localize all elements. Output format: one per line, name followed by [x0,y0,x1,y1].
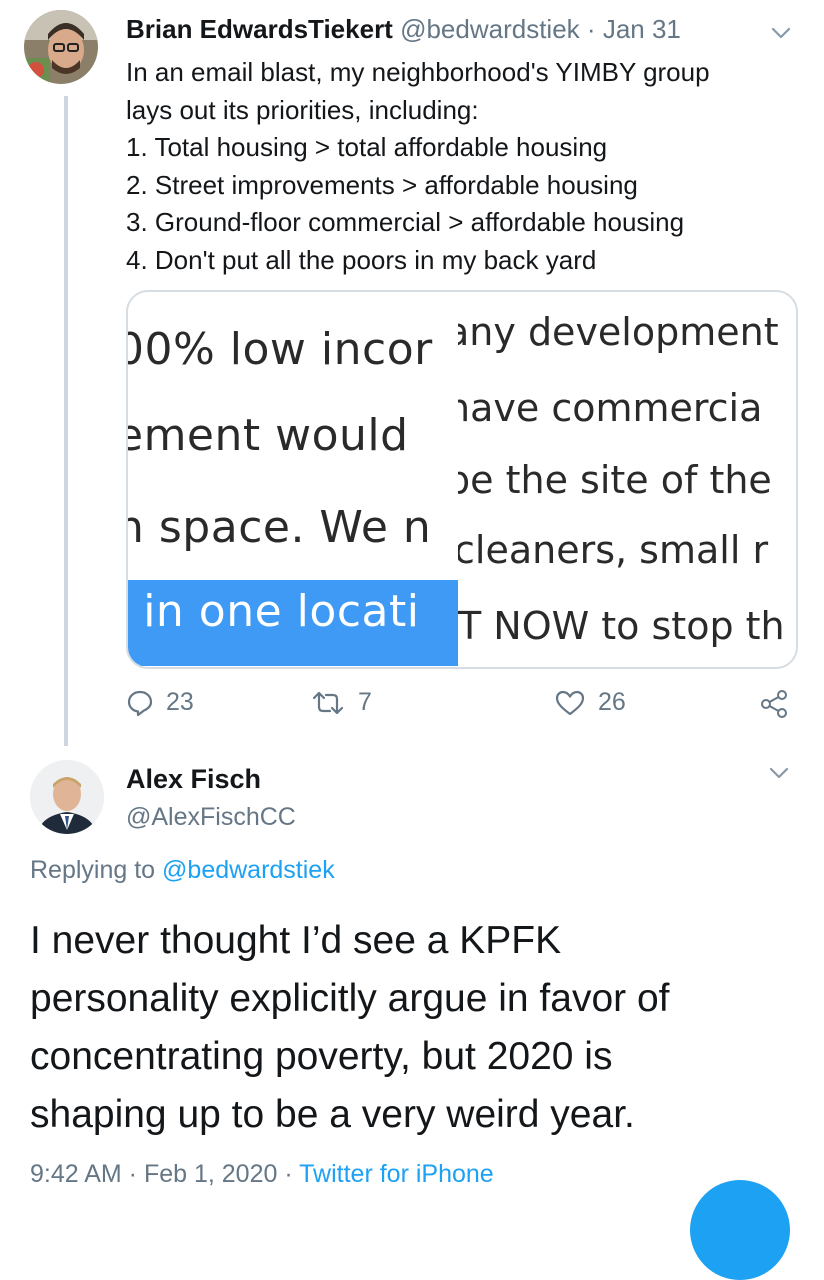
tweet-text: In an email blast, my neighborhood's YIM… [126,54,786,279]
tweet-action-bar: 23 7 26 [126,688,806,724]
like-count: 26 [598,688,626,716]
tweet-text-line: In an email blast, my neighborhood's YIM… [126,57,710,87]
retweet-count: 7 [358,688,372,716]
retweet-icon [312,691,344,714]
author-avatar[interactable] [24,10,98,84]
thread-connector-line [64,96,68,746]
tweet-source-link[interactable]: Twitter for iPhone [299,1160,494,1188]
replying-prefix: Replying to [30,856,163,884]
tweet-text-line: shaping up to be a very weird year. [30,1093,635,1136]
avatar-photo [24,10,98,84]
reply-icon [127,690,153,716]
tweet-text: I never thought I’d see a KPFK personali… [30,912,790,1144]
avatar-photo [30,760,104,834]
author-name[interactable]: Brian EdwardsTiekert [126,14,393,44]
meta-separator: · [121,1160,144,1188]
heart-icon [555,690,585,715]
image-text-fragment: be the site of the [458,458,772,502]
image-crop-left: 00% low incor ement would n space. We n … [128,292,458,667]
text-selection-highlight: l in one locati [128,580,458,666]
share-icon [761,690,787,718]
tweet-time: 9:42 AM [30,1160,122,1188]
reply-button[interactable]: 23 [126,688,194,717]
tweet-text-line: 3. Ground-floor commercial > affordable … [126,207,685,237]
chevron-down-icon[interactable] [770,22,792,44]
author-name[interactable]: Alex Fisch [126,762,261,796]
tweet-text-line: I never thought I’d see a KPFK [30,919,562,962]
tweet-text-line: 4. Don't put all the poors in my back ya… [126,244,597,275]
meta-separator: · [277,1160,300,1188]
image-text-fragment: n space. We n [128,502,432,553]
image-text-fragment: 00% low incor [128,324,433,375]
tweet-media-image[interactable]: 00% low incor ement would n space. We n … [126,290,798,669]
author-handle[interactable]: @bedwardstiek [400,14,580,44]
tweet-text-line: 1. Total housing > total affordable hous… [126,132,608,162]
author-avatar[interactable] [30,760,104,834]
tweet-date[interactable]: Feb 1, 2020 [144,1160,277,1188]
tweet-header: Brian EdwardsTiekert @bedwardstiek · Jan… [126,12,681,46]
author-handle[interactable]: @AlexFischCC [126,800,296,834]
header-separator: · [586,14,596,44]
share-button[interactable] [758,688,802,720]
replying-to: Replying to @bedwardstiek [30,852,335,888]
image-text-fragment: l in one locati [128,586,420,637]
tweet-text-line: 2. Street improvements > affordable hous… [126,169,638,200]
image-text-fragment: any development [458,310,779,354]
compose-fab[interactable] [690,1180,790,1280]
retweet-button[interactable]: 7 [310,688,372,717]
tweet-text-line: personality explicitly argue in favor of [30,977,670,1020]
tweet-date[interactable]: Jan 31 [603,14,681,44]
reply-count: 23 [166,688,194,716]
tweet-text-line: concentrating poverty, but 2020 is [30,1035,613,1078]
tweet-timestamp: 9:42 AM · Feb 1, 2020 · Twitter for iPho… [30,1156,494,1192]
image-text-fragment: ement would [128,410,409,461]
image-text-fragment: T NOW to stop th [458,604,785,648]
image-text-fragment: have commercia [458,386,763,430]
chevron-down-icon[interactable] [768,762,790,784]
replying-mention-link[interactable]: @bedwardstiek [162,856,335,884]
image-crop-right: any development have commercia be the si… [458,292,796,667]
image-text-fragment: cleaners, small r [458,528,769,572]
like-button[interactable]: 26 [554,688,626,717]
tweet-text-line: lays out its priorities, including: [126,94,479,125]
